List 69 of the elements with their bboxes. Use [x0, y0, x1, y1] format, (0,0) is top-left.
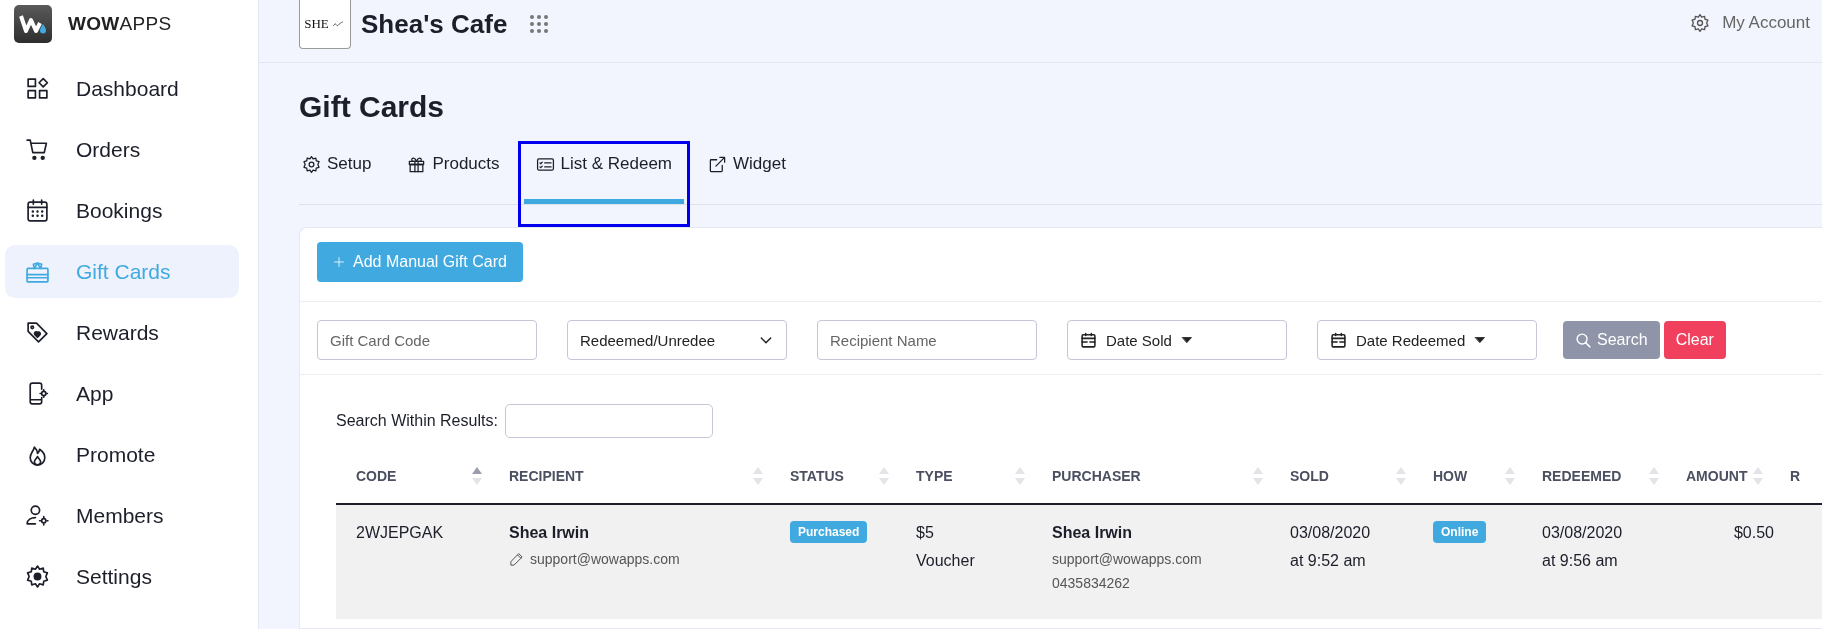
column-header[interactable]: RECIPIENT [509, 465, 790, 486]
column-header[interactable]: STATUS [790, 465, 916, 486]
purchaser-name: Shea Irwin [1052, 523, 1134, 543]
caret-down-icon [1474, 334, 1487, 346]
page-title: Gift Cards [299, 90, 446, 125]
gift-icon [407, 155, 427, 174]
amount: $0.50 [1732, 523, 1775, 543]
card-type: $5 Voucher [916, 523, 976, 571]
column-header[interactable]: CODE [356, 465, 509, 486]
logo-text: SHE [304, 16, 329, 32]
plus-icon [333, 256, 345, 268]
recipient-name: Shea Irwin [509, 523, 591, 543]
sidebar-item[interactable]: App [5, 367, 239, 420]
list-card-icon [535, 155, 555, 174]
clear-button[interactable]: Clear [1663, 321, 1726, 359]
tab[interactable]: Setup [302, 144, 384, 204]
caret-down-icon [1180, 334, 1193, 346]
sidebar-item[interactable]: Dashboard [5, 62, 239, 115]
settings-icon [302, 155, 321, 174]
logo-icon [14, 5, 52, 43]
external-link-icon [708, 155, 728, 174]
settings-icon [25, 564, 50, 589]
sidebar-item[interactable]: Rewards [5, 306, 239, 359]
dashboard-icon [25, 76, 50, 101]
column-header[interactable]: TYPE [916, 465, 1052, 486]
gift-card-code: 2WJEPGAK [356, 523, 445, 543]
tag-icon [25, 320, 50, 345]
date-dropdown[interactable]: Date Sold [1067, 320, 1287, 360]
column-header[interactable]: PURCHASER [1052, 465, 1290, 486]
sold-date: 03/08/2020 at 9:52 am [1290, 523, 1372, 571]
search-within-field[interactable] [504, 404, 713, 438]
business-name: Shea's Cafe [361, 9, 508, 40]
channel-badge: Online [1433, 521, 1487, 543]
sidebar-item[interactable]: Promote [5, 428, 239, 481]
sidebar-item[interactable]: Members [5, 489, 239, 542]
column-header[interactable]: SOLD [1290, 465, 1433, 486]
gift-card-icon [25, 259, 50, 284]
column-header[interactable]: R [1790, 467, 1822, 484]
calendar-icon [1080, 331, 1097, 349]
tab[interactable]: Products [395, 144, 512, 204]
cart-icon [25, 137, 50, 162]
recipient-email: support@wowapps.com [530, 550, 680, 569]
search-within-label: Search Within Results: [336, 412, 498, 430]
sidebar-item[interactable]: Settings [5, 550, 239, 603]
calendar-icon [1330, 331, 1347, 349]
calendar-icon [25, 198, 50, 223]
tab[interactable]: List & Redeem [523, 144, 685, 204]
brand-name: WOWAPPS [68, 13, 172, 35]
purchaser-email: support@wowapps.com [1052, 550, 1203, 569]
date-dropdown[interactable]: Date Redeemed [1317, 320, 1537, 360]
status-badge: Purchased [790, 521, 868, 543]
tab[interactable]: Widget [696, 144, 798, 204]
table-row[interactable]: 2WJEPGAK Shea Irwin support@wowapps.com Purchased $5 Voucher Shea Irwin support@wowapps.com 0435834262 03/08/2020 at 9:52 am Online 03/08/2020 at 9:56 am $0.50 [336, 505, 1822, 619]
column-header[interactable]: REDEEMED [1542, 465, 1686, 486]
pencil-icon [509, 551, 524, 567]
settings-icon [1690, 13, 1711, 33]
sidebar-item[interactable]: Orders [5, 123, 239, 176]
account-link[interactable]: My Account [1722, 13, 1810, 33]
sidebar-item[interactable]: Bookings [5, 184, 239, 237]
status-dropdown[interactable]: Redeemed/Unredee [567, 320, 787, 360]
filter-field[interactable]: Gift Card Code [317, 320, 537, 360]
redeemed-date: 03/08/2020 at 9:56 am [1542, 523, 1624, 571]
user-gear-icon [25, 503, 50, 528]
apps-grid-icon[interactable] [529, 14, 550, 34]
purchaser-phone: 0435834262 [1052, 574, 1131, 593]
filter-field[interactable]: Recipient Name [817, 320, 1037, 360]
search-icon [1575, 331, 1592, 349]
column-header[interactable]: AMOUNT [1686, 465, 1790, 486]
column-header[interactable]: HOW [1433, 465, 1542, 486]
